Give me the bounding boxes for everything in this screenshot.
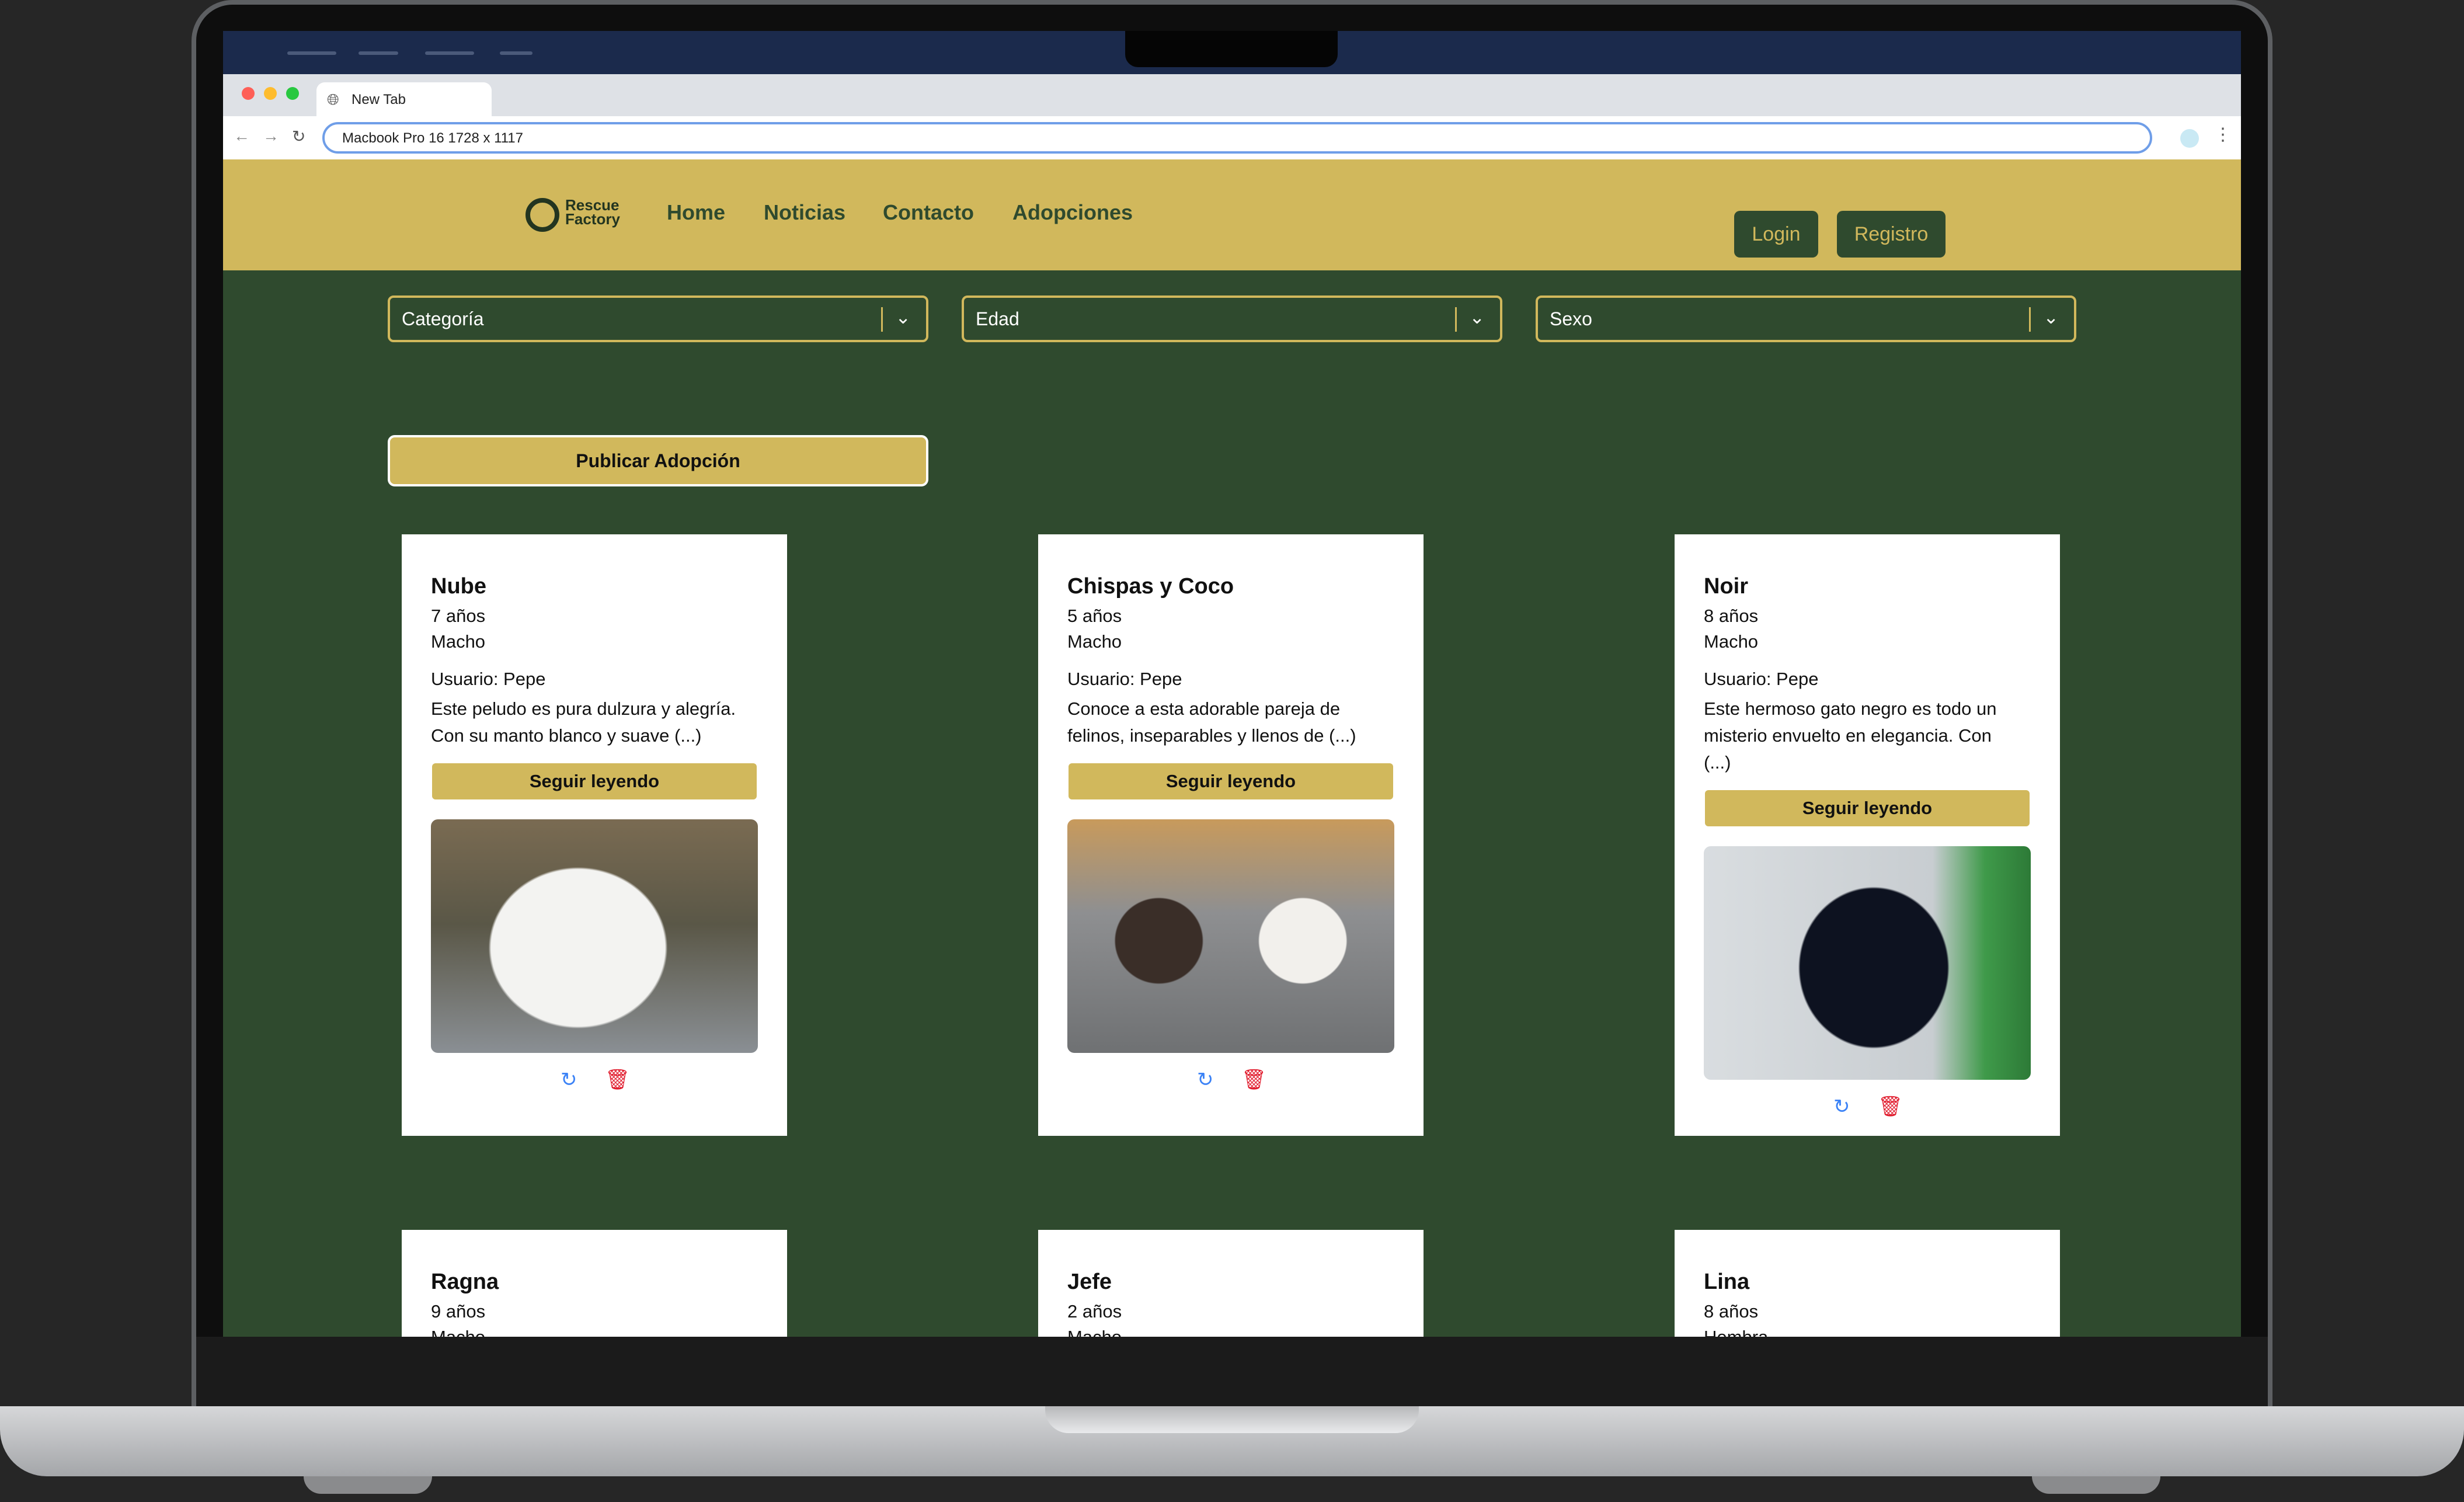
maximize-window-icon[interactable] bbox=[286, 87, 299, 100]
globe-icon: 🌐︎ bbox=[327, 91, 339, 108]
pet-name: Lina bbox=[1704, 1270, 1750, 1294]
pet-user: Usuario: Pepe bbox=[1704, 669, 1819, 689]
pet-name: Ragna bbox=[431, 1270, 499, 1294]
pet-sex: Macho bbox=[1704, 631, 1759, 652]
address-bar[interactable]: Macbook Pro 16 1728 x 1117 bbox=[322, 122, 2152, 154]
laptop-bezel bbox=[196, 1337, 2268, 1407]
tab-title: New Tab bbox=[351, 92, 406, 107]
laptop-base-notch bbox=[1045, 1406, 1419, 1433]
pet-name: Noir bbox=[1704, 574, 1748, 599]
pet-description: Este hermoso gato negro es todo un mister… bbox=[1704, 698, 1997, 773]
profile-avatar[interactable] bbox=[2180, 129, 2199, 148]
pet-name: Jefe bbox=[1067, 1270, 1112, 1294]
forward-arrow-icon[interactable]: → bbox=[263, 127, 279, 145]
read-more-button[interactable]: Seguir leyendo bbox=[432, 763, 757, 799]
read-more-button[interactable]: Seguir leyendo bbox=[1705, 790, 2030, 826]
pet-card: Chispas y Coco 5 años Macho Usuario: Pep… bbox=[1038, 534, 1424, 1136]
nav-noticias[interactable]: Noticias bbox=[764, 200, 845, 225]
pet-age: 7 años bbox=[431, 606, 486, 626]
pet-user: Usuario: Pepe bbox=[431, 669, 546, 689]
publish-adoption-button[interactable]: Publicar Adopción bbox=[388, 435, 928, 486]
logo-mark-icon bbox=[525, 198, 559, 232]
browser-tab-strip: 🌐︎ New Tab bbox=[223, 74, 2241, 116]
pet-age: 2 años bbox=[1067, 1301, 1122, 1322]
nav-adopciones[interactable]: Adopciones bbox=[1012, 200, 1133, 225]
close-window-icon[interactable] bbox=[242, 87, 255, 100]
nav-contacto[interactable]: Contacto bbox=[883, 200, 974, 225]
pet-sex: Macho bbox=[1067, 631, 1122, 652]
pet-sex: Macho bbox=[1067, 1327, 1122, 1337]
camera-notch bbox=[1125, 31, 1338, 67]
pet-card: Lina 8 años Hembra bbox=[1675, 1230, 2060, 1337]
age-select[interactable]: Edad ⌄ bbox=[962, 295, 1502, 342]
pet-card: Jefe 2 años Macho bbox=[1038, 1230, 1424, 1337]
back-arrow-icon[interactable]: ← bbox=[234, 127, 250, 145]
laptop-foot bbox=[304, 1476, 432, 1494]
pet-age: 5 años bbox=[1067, 606, 1122, 626]
refresh-icon[interactable]: ↻ bbox=[1197, 1068, 1214, 1091]
pet-card: Nube 7 años Macho Usuario: Pepe Este pel… bbox=[402, 534, 787, 1136]
pet-sex: Macho bbox=[431, 631, 486, 652]
laptop-foot bbox=[2032, 1476, 2160, 1494]
pet-card: Ragna 9 años Macho bbox=[402, 1230, 787, 1337]
pet-name: Nube bbox=[431, 574, 486, 599]
trash-icon[interactable]: 🗑︎ bbox=[1878, 1095, 1903, 1118]
pet-description: Este peludo es pura dulzura y alegría. Co… bbox=[431, 698, 736, 746]
pet-description: Conoce a esta adorable pareja de felinos,… bbox=[1067, 698, 1356, 746]
chevron-down-icon: ⌄ bbox=[1469, 307, 1485, 328]
pet-sex: Hembra bbox=[1704, 1327, 1768, 1337]
pet-age: 9 años bbox=[431, 1301, 486, 1322]
pet-sex: Macho bbox=[431, 1327, 485, 1337]
category-select[interactable]: Categoría ⌄ bbox=[388, 295, 928, 342]
nav-home[interactable]: Home bbox=[667, 200, 725, 225]
register-button[interactable]: Registro bbox=[1837, 211, 1946, 258]
trash-icon[interactable]: 🗑︎ bbox=[1241, 1068, 1266, 1091]
pet-card: Noir 8 años Macho Usuario: Pepe Este her… bbox=[1675, 534, 2060, 1136]
pet-photo bbox=[1704, 846, 2031, 1080]
login-button[interactable]: Login bbox=[1734, 211, 1818, 258]
refresh-icon[interactable]: ↻ bbox=[561, 1068, 577, 1091]
site-header: Rescue Factory Home Noticias Contacto Ad… bbox=[223, 159, 2241, 270]
more-options-icon[interactable]: ⋮ bbox=[2214, 124, 2232, 145]
screen: 🌐︎ New Tab ← → ↻ Macbook Pro 16 1728 x 1… bbox=[223, 31, 2241, 1337]
chevron-down-icon: ⌄ bbox=[895, 307, 911, 328]
menu-placeholder bbox=[425, 51, 474, 55]
minimize-window-icon[interactable] bbox=[264, 87, 277, 100]
menu-placeholder bbox=[359, 51, 398, 55]
read-more-button[interactable]: Seguir leyendo bbox=[1069, 763, 1393, 799]
address-text: Macbook Pro 16 1728 x 1117 bbox=[342, 130, 523, 146]
trash-icon[interactable]: 🗑︎ bbox=[605, 1068, 630, 1091]
sex-select[interactable]: Sexo ⌄ bbox=[1536, 295, 2076, 342]
browser-toolbar: ← → ↻ Macbook Pro 16 1728 x 1117 ⋮ bbox=[223, 116, 2241, 160]
browser-tab[interactable]: 🌐︎ New Tab bbox=[316, 82, 492, 116]
refresh-icon[interactable]: ↻ bbox=[1833, 1095, 1850, 1118]
pet-name: Chispas y Coco bbox=[1067, 574, 1234, 599]
pet-photo bbox=[1067, 819, 1394, 1053]
menu-placeholder bbox=[500, 51, 533, 55]
reload-icon[interactable]: ↻ bbox=[292, 127, 305, 146]
menu-placeholder bbox=[287, 51, 336, 55]
site-logo[interactable]: Rescue Factory bbox=[525, 193, 631, 234]
chevron-down-icon: ⌄ bbox=[2043, 307, 2059, 328]
logo-text: Rescue Factory bbox=[565, 196, 620, 228]
pet-age: 8 años bbox=[1704, 1301, 1759, 1322]
pet-age: 8 años bbox=[1704, 606, 1759, 626]
pet-user: Usuario: Pepe bbox=[1067, 669, 1182, 689]
pet-photo bbox=[431, 819, 758, 1053]
